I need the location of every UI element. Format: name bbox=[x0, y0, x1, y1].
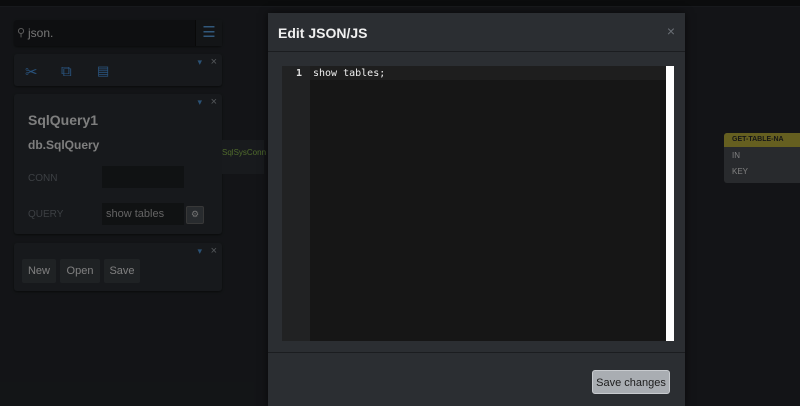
close-icon[interactable]: × bbox=[667, 23, 675, 39]
code-line[interactable]: show tables; bbox=[313, 68, 385, 79]
divider bbox=[268, 352, 685, 353]
divider bbox=[268, 51, 685, 52]
code-editor[interactable]: 1 show tables; bbox=[282, 66, 674, 341]
save-changes-button[interactable]: Save changes bbox=[592, 370, 670, 394]
modal-title: Edit JSON/JS bbox=[278, 25, 368, 41]
line-number: 1 bbox=[295, 68, 302, 79]
line-gutter: 1 bbox=[282, 66, 310, 341]
edit-json-modal: Edit JSON/JS × 1 show tables; Save chang… bbox=[268, 13, 685, 406]
